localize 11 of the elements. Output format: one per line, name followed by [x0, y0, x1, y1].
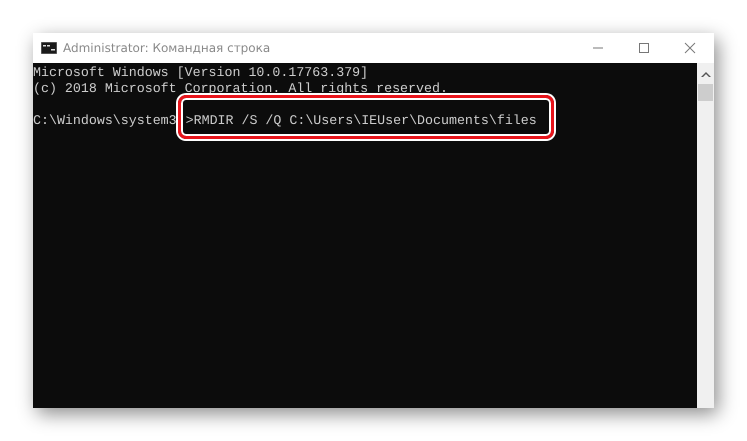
command-text: >RMDIR /S /Q C:\Users\IEUser\Documents\files	[186, 113, 537, 129]
window-title: Administrator: Командная строка	[63, 41, 272, 55]
prompt-text: C:\Windows\system3	[33, 113, 177, 129]
terminal-icon	[41, 42, 57, 54]
scroll-up-icon[interactable]	[700, 71, 710, 78]
scrollbar[interactable]	[697, 63, 714, 408]
scrollbar-thumb[interactable]	[698, 84, 713, 101]
close-icon[interactable]	[684, 42, 696, 54]
maximize-icon[interactable]	[638, 42, 650, 54]
console-text: Microsoft Windows [Version 10.0.17763.379]	[33, 65, 370, 81]
console-text: (c) 2018 Microsoft Corporation. All rights reserved.	[33, 81, 449, 97]
